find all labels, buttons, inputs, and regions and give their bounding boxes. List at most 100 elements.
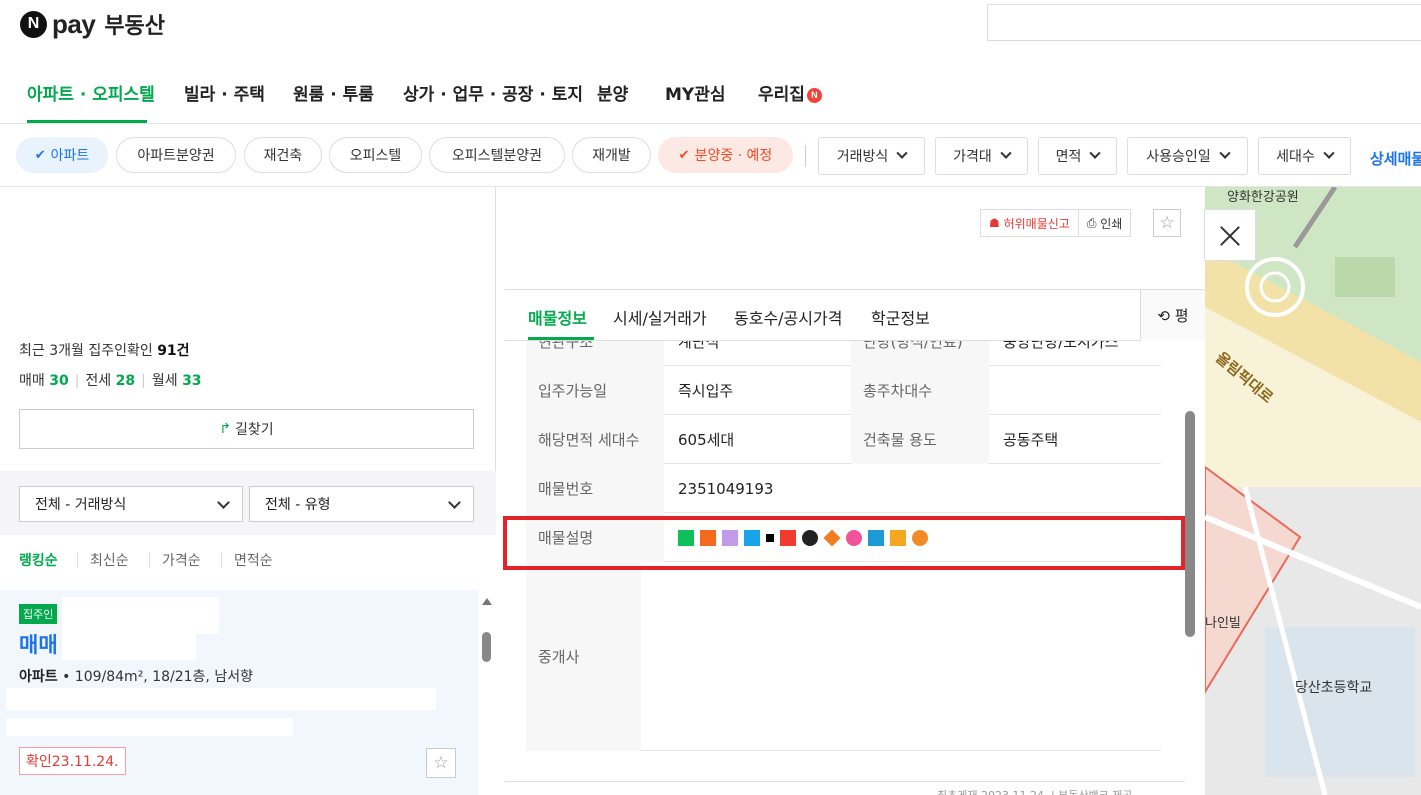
chip-apartment[interactable]: ✔ 아파트 — [16, 137, 108, 173]
search-input[interactable] — [987, 4, 1421, 41]
unit-label: 평 — [1174, 307, 1189, 325]
tab-unit-price[interactable]: 동호수/공시가격 — [734, 305, 842, 329]
stat-count: 91건 — [157, 343, 190, 359]
filter-bar: ✔ 아파트 아파트분양권 재건축 오피스텔 오피스텔분양권 재개발 ✔ 분양중 · … — [0, 124, 1421, 187]
chip-label: 아파트 — [50, 148, 90, 164]
table-row: 해당면적 세대수 605세대 건축물 용도 공동주택 — [526, 415, 1161, 464]
sort-price[interactable]: 가격순 — [162, 550, 201, 570]
select-property-type[interactable]: 전체 - 유형 — [249, 486, 474, 522]
dropdown-label: 세대수 — [1276, 149, 1315, 165]
select-trade-type[interactable]: 전체 - 거래방식 — [19, 486, 243, 522]
row-value: 계단식 — [678, 341, 720, 351]
trade-counts: 매매 30 | 전세 28 | 월세 33 — [19, 373, 202, 389]
chevron-down-icon — [896, 147, 908, 159]
list-scrollbar[interactable] — [478, 590, 496, 795]
tab-market-price[interactable]: 시세/실거래가 — [613, 305, 707, 329]
listing-spec: • 109/84m², 18/21층, 남서향 — [57, 669, 253, 685]
detail-filter-link[interactable]: 상세매물 — [1370, 148, 1421, 169]
redacted-area — [62, 597, 219, 634]
chip-officetel[interactable]: 오피스텔 — [329, 137, 422, 173]
map-label-school: 당산초등학교 — [1295, 680, 1373, 696]
chip-officetel-presale-right[interactable]: 오피스텔분양권 — [429, 137, 565, 173]
chip-reconstruction[interactable]: 재건축 — [244, 137, 322, 173]
check-icon: ✔ — [678, 147, 690, 163]
report-print-group: ☗ 허위매물신고 ⎙ 인쇄 — [980, 209, 1132, 237]
dropdown-approval-date[interactable]: 사용승인일 — [1127, 137, 1248, 175]
sale-label: 매매 — [19, 373, 45, 389]
row-value: 중앙난방/도시가스 — [1003, 341, 1119, 351]
sort-latest[interactable]: 최신순 — [90, 550, 129, 570]
sort-area[interactable]: 면적순 — [234, 550, 273, 570]
dropdown-households[interactable]: 세대수 — [1258, 137, 1351, 175]
tab-listing-info[interactable]: 매물정보 — [528, 305, 587, 329]
report-fake-listing-button[interactable]: ☗ 허위매물신고 — [981, 210, 1079, 236]
map-label-villa: 나인빌 — [1205, 616, 1241, 631]
map[interactable]: 양화한강공원 올림픽대로 나인빌 당산초등학교 — [1205, 187, 1421, 795]
divider — [505, 781, 1185, 782]
table-row: 매물번호 2351049193 — [526, 464, 1161, 513]
print-icon: ⎙ — [1086, 215, 1101, 230]
sort-divider — [221, 553, 222, 567]
posting-info: 최초게재 2023.11.24. | 부동산뱅크 제공 — [937, 787, 1133, 795]
chip-label: 분양중 · 예정 — [694, 148, 773, 164]
close-detail-button[interactable] — [1204, 209, 1256, 261]
agent-info — [641, 562, 1161, 751]
chip-apt-presale-right[interactable]: 아파트분양권 — [116, 137, 236, 173]
print-button[interactable]: ⎙ 인쇄 — [1079, 210, 1131, 236]
listing-info: 아파트 • 109/84m², 18/21층, 남서향 — [19, 666, 253, 686]
row-label: 난방(방식/연료) — [851, 341, 989, 366]
select-label: 전체 - 유형 — [265, 497, 331, 513]
row-value: 605세대 — [678, 431, 735, 449]
chip-presale-upcoming[interactable]: ✔ 분양중 · 예정 — [658, 137, 793, 173]
tab-oneroom-tworoom[interactable]: 원룸 · 투룸 — [293, 80, 374, 105]
highlight-box — [503, 516, 1185, 570]
tab-presale[interactable]: 분양 — [597, 80, 628, 105]
row-value — [989, 366, 1161, 415]
row-value: 즉시입주 — [678, 382, 734, 400]
route-arrow-icon: ↱ — [219, 421, 232, 437]
sale-count: 30 — [49, 373, 69, 389]
sort-divider — [149, 553, 150, 567]
header: N pay 부동산 — [0, 0, 1421, 60]
favorite-star-icon[interactable]: ☆ — [426, 748, 456, 778]
row-label: 매물번호 — [526, 464, 664, 513]
logo[interactable]: N pay 부동산 — [20, 8, 165, 40]
filter-divider — [805, 145, 806, 167]
active-tab-underline — [27, 120, 147, 123]
sort-ranking[interactable]: 랭킹순 — [19, 550, 58, 570]
scroll-up-icon[interactable] — [482, 598, 492, 605]
tab-my-home[interactable]: 우리집 N — [758, 80, 822, 105]
tab-villa-house[interactable]: 빌라 · 주택 — [184, 80, 265, 105]
tab-my-interest[interactable]: MY관심 — [665, 80, 726, 105]
detail-scrollbar-thumb[interactable] — [1185, 411, 1195, 637]
dropdown-label: 거래방식 — [836, 149, 889, 165]
tab-school-info[interactable]: 학군정보 — [871, 305, 930, 329]
listing-card[interactable]: 집주인 매매 아파트 • 109/84m², 18/21층, 남서향 확인23.… — [0, 590, 478, 795]
route-button[interactable]: ↱ 길찾기 — [19, 409, 474, 449]
redacted-area — [6, 688, 436, 710]
jeonse-count: 28 — [115, 373, 136, 389]
logo-pay: pay — [52, 8, 96, 39]
monthly-label: 월세 — [151, 373, 178, 389]
dropdown-price[interactable]: 가격대 — [935, 137, 1028, 175]
tab-apartment-officetel[interactable]: 아파트 · 오피스텔 — [27, 80, 155, 105]
row-label: 총주차대수 — [851, 366, 989, 415]
select-label: 전체 - 거래방식 — [35, 497, 127, 513]
chip-redevelopment[interactable]: 재개발 — [572, 137, 651, 173]
dropdown-label: 면적 — [1055, 149, 1082, 165]
unit-toggle-button[interactable]: ⟲ 평 — [1140, 290, 1205, 341]
tab-commercial[interactable]: 상가 · 업무 · 공장 · 토지 — [403, 80, 583, 105]
redacted-area — [6, 718, 293, 736]
listing-type: 아파트 — [19, 669, 58, 685]
refresh-icon: ⟲ — [1157, 306, 1175, 325]
map-graphic — [1205, 187, 1421, 795]
favorite-star-icon[interactable]: ☆ — [1153, 209, 1181, 237]
new-badge: N — [806, 87, 822, 103]
scrollbar-thumb[interactable] — [482, 632, 491, 662]
chevron-down-icon — [1000, 147, 1012, 159]
dropdown-trade-type[interactable]: 거래방식 — [818, 137, 925, 175]
naver-n-icon: N — [20, 10, 47, 38]
dropdown-area[interactable]: 면적 — [1038, 137, 1117, 175]
row-label: 건축물 용도 — [851, 415, 989, 464]
logo-service: 부동산 — [104, 14, 166, 39]
